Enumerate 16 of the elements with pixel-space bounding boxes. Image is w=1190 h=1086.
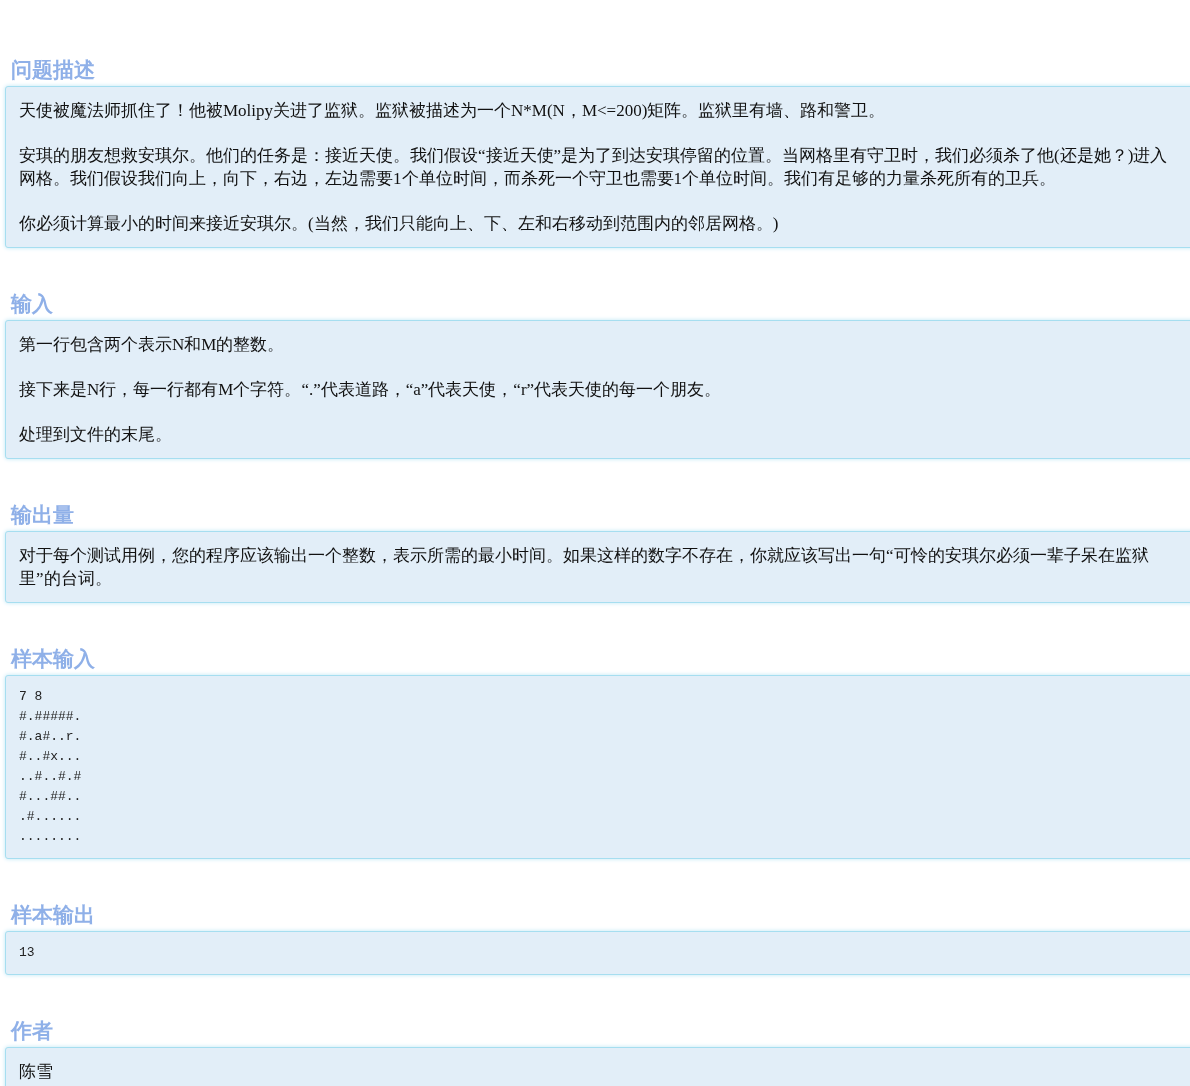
section-heading: 作者: [9, 1018, 54, 1045]
description-text: 天使被魔法师抓住了！他被Molipy关进了监狱。监狱被描述为一个N*M(N，M<=200)矩阵。监狱里有墙、路和警卫。: [19, 100, 887, 122]
description-text: 第一行包含两个表示N和M的整数。: [19, 334, 286, 356]
description-text: 处理到文件的末尾。: [19, 424, 173, 446]
sample-text: 7 8 #.#####. #.a#..r. #..#x... ..#..#.# #...##.. .#...... ........: [19, 688, 83, 846]
description-text: 接下来是N行，每一行都有M个字符。“.”代表道路，“a”代表天使，“r”代表天使的每一个朋友。: [19, 379, 723, 401]
description-text: 对于每个测试用例，您的程序应该输出一个整数，表示所需的最小时间。如果这样的数字不存在，你就应该写出一句“可怜的安琪尔必须一辈子呆在监狱里”的台词。: [19, 545, 1150, 590]
description-text: 安琪的朋友想救安琪尔。他们的任务是：接近天使。我们假设“接近天使”是为了到达安琪停留的位置。当网格里有守卫时，我们必须杀了他(还是她？)进入网格。我们假设我们向上，向下，右边，左边需要1个单位时间，而杀死一个守卫也需要1个单位时间。我们有足够的力量杀死所有的卫兵。: [19, 145, 1169, 190]
section-heading: 输出量: [9, 502, 75, 529]
description-text: 陈雪: [19, 1061, 54, 1083]
section-heading: 问题描述: [10, 57, 96, 84]
sample-text: 13: [19, 944, 36, 962]
section-heading: 输入: [9, 291, 54, 318]
section-heading: 样本输出: [9, 902, 96, 929]
description-text: 你必须计算最小的时间来接近安琪尔。(当然，我们只能向上、下、左和右移动到范围内的邻居网格。): [19, 213, 780, 235]
section-heading: 样本输入: [9, 646, 96, 673]
